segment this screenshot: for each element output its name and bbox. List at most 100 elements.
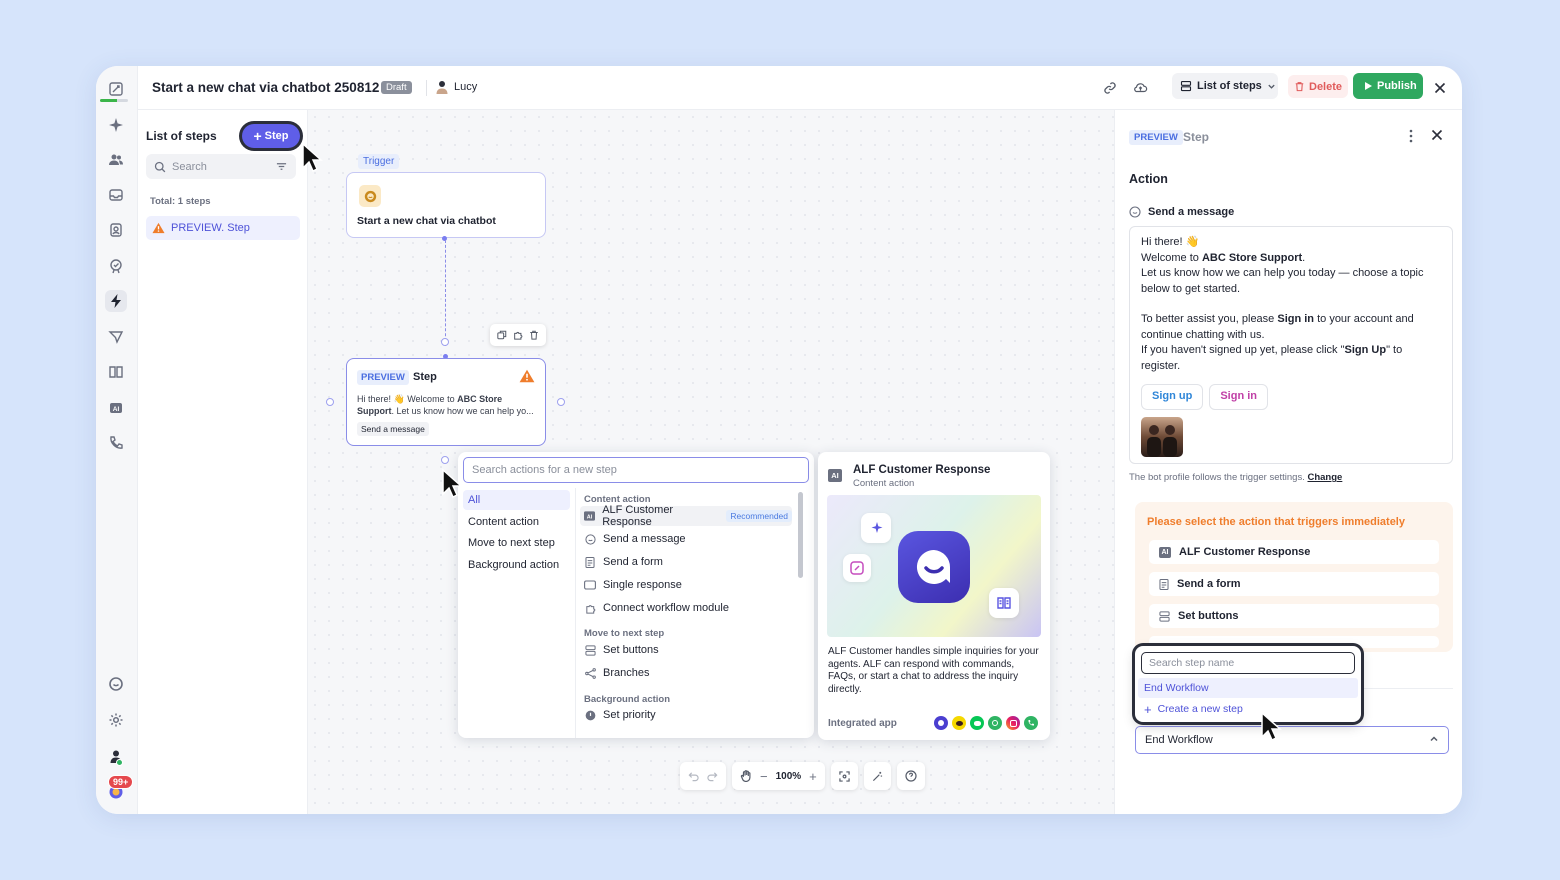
category-all[interactable]: All: [463, 490, 570, 510]
priority-icon: [584, 709, 596, 721]
action-categories: All Content action Move to next step Bac…: [458, 488, 576, 738]
line-icon: [970, 716, 984, 730]
phone-icon[interactable]: [105, 432, 127, 454]
step-name-search-input[interactable]: Search step name: [1141, 652, 1355, 674]
action-item-branches[interactable]: Branches: [580, 663, 792, 683]
sign-up-button[interactable]: Sign up: [1141, 384, 1204, 410]
steps-panel: List of steps + Step Search Total: 1 ste…: [138, 110, 308, 814]
next-step-select[interactable]: End Workflow: [1135, 726, 1449, 754]
magic-wand-icon: [872, 771, 882, 781]
action-item-send-message[interactable]: Send a message: [580, 529, 792, 549]
workflow-canvas[interactable]: Trigger Start a new chat via chatbot PRE…: [308, 110, 1114, 814]
redo-icon[interactable]: [707, 771, 718, 782]
top-bar: Start a new chat via chatbot 250812 Draf…: [138, 66, 1462, 110]
zoom-in-icon[interactable]: +: [809, 769, 817, 784]
add-step-button[interactable]: + Step: [242, 124, 300, 148]
trigger-label: Trigger: [358, 154, 400, 169]
undo-icon[interactable]: [688, 771, 699, 782]
contacts-icon[interactable]: [105, 219, 127, 241]
action-detail-description: ALF Customer handles simple inquiries fo…: [828, 646, 1039, 695]
panel-step-title[interactable]: Step: [1183, 130, 1209, 144]
connector-node[interactable]: [326, 398, 334, 406]
workflow-logo-icon[interactable]: [105, 78, 127, 100]
delete-button[interactable]: Delete: [1288, 75, 1348, 98]
preview-tag: PREVIEW: [357, 370, 409, 385]
action-search-input[interactable]: Search actions for a new step: [463, 457, 809, 483]
action-label: Send a message: [603, 533, 686, 545]
category-background-action[interactable]: Background action: [463, 555, 570, 575]
filter-icon[interactable]: [276, 161, 287, 172]
zoom-out-icon[interactable]: −: [760, 769, 768, 784]
option-create-new-step[interactable]: + Create a new step: [1138, 699, 1358, 719]
trash-icon[interactable]: [529, 330, 539, 340]
chat-icon[interactable]: [105, 673, 127, 695]
trigger-option-buttons[interactable]: Set buttons: [1149, 604, 1439, 628]
puzzle-icon[interactable]: [513, 330, 523, 340]
action-item-single-response[interactable]: Single response: [580, 575, 792, 595]
connector-node[interactable]: [441, 338, 449, 346]
step-card[interactable]: PREVIEW Step Hi there! 👋 Welcome to ABC …: [346, 358, 546, 446]
more-vertical-icon[interactable]: [1405, 129, 1417, 146]
plus-icon: +: [1144, 701, 1152, 717]
message-line: Hi there! 👋: [1141, 236, 1200, 248]
step-name-placeholder: Search step name: [1149, 657, 1235, 669]
owner[interactable]: Lucy: [436, 80, 477, 94]
warning-icon: [152, 222, 165, 234]
inbox-icon[interactable]: [105, 184, 127, 206]
connector-node[interactable]: [557, 398, 565, 406]
users-icon[interactable]: [105, 149, 127, 171]
action-item-set-buttons[interactable]: Set buttons: [580, 640, 792, 660]
book-icon[interactable]: [105, 361, 127, 383]
fit-view-button[interactable]: [830, 762, 858, 790]
step-list-item-label: PREVIEW. Step: [171, 222, 250, 234]
section-heading: Background action: [584, 694, 671, 705]
list-of-steps-select[interactable]: List of steps: [1172, 73, 1278, 99]
duplicate-icon[interactable]: [497, 330, 507, 340]
action-label: Send a form: [603, 556, 663, 568]
action-item-set-priority[interactable]: Set priority: [580, 706, 792, 724]
form-icon: [1159, 578, 1169, 590]
step-list-item[interactable]: PREVIEW. Step: [146, 216, 300, 240]
help-button[interactable]: [896, 762, 925, 790]
lightning-icon[interactable]: [105, 290, 127, 312]
action-picker: Search actions for a new step All Conten…: [458, 452, 814, 738]
trigger-card[interactable]: Start a new chat via chatbot: [346, 172, 546, 238]
auto-layout-button[interactable]: [863, 762, 891, 790]
cloud-sync-icon[interactable]: [1130, 78, 1150, 98]
option-end-workflow[interactable]: End Workflow: [1138, 678, 1358, 698]
publish-button[interactable]: Publish: [1353, 73, 1423, 99]
action-item-connect-module[interactable]: Connect workflow module: [580, 598, 792, 618]
sign-in-button[interactable]: Sign in: [1209, 384, 1268, 410]
steps-search-input[interactable]: Search: [146, 154, 296, 179]
message-line: Welcome to ABC Store Support.: [1141, 251, 1306, 264]
action-list-scrollbar[interactable]: [798, 492, 803, 578]
category-move-to-next-step[interactable]: Move to next step: [463, 533, 570, 553]
notification-count-badge: 99+: [108, 775, 134, 789]
svg-text:AI: AI: [113, 406, 120, 413]
close-icon[interactable]: [1431, 129, 1443, 144]
ai-icon[interactable]: AI: [105, 397, 127, 419]
mouse-cursor: [441, 468, 463, 503]
badge-check-icon[interactable]: [105, 255, 127, 277]
trigger-option-alf[interactable]: AI ALF Customer Response: [1149, 540, 1439, 564]
sparkle-icon[interactable]: [105, 114, 127, 136]
message-editor[interactable]: Hi there! 👋 Welcome to ABC Store Support…: [1129, 226, 1453, 464]
change-link[interactable]: Change: [1307, 472, 1342, 483]
close-icon[interactable]: [1430, 78, 1450, 98]
send-icon[interactable]: [105, 326, 127, 348]
category-content-action[interactable]: Content action: [463, 512, 570, 532]
settings-gear-icon[interactable]: [105, 709, 127, 731]
link-icon[interactable]: [1100, 78, 1120, 98]
step-card-preview: Hi there! 👋 Welcome to ABC Store Support…: [357, 394, 534, 416]
workflow-title[interactable]: Start a new chat via chatbot 250812: [152, 80, 379, 95]
trigger-option-form[interactable]: Send a form: [1149, 572, 1439, 596]
edit-icon: [843, 554, 871, 582]
add-step-label: Step: [264, 130, 289, 142]
action-item-send-form[interactable]: Send a form: [580, 552, 792, 572]
send-message-text: Send a message: [1148, 206, 1235, 218]
message-image[interactable]: [1141, 417, 1183, 457]
hand-icon[interactable]: [740, 770, 752, 782]
action-item-alf[interactable]: AI ALF Customer Response Recommended: [580, 504, 792, 528]
ai-badge-icon: AI: [828, 469, 842, 482]
connector-node[interactable]: [441, 456, 449, 464]
